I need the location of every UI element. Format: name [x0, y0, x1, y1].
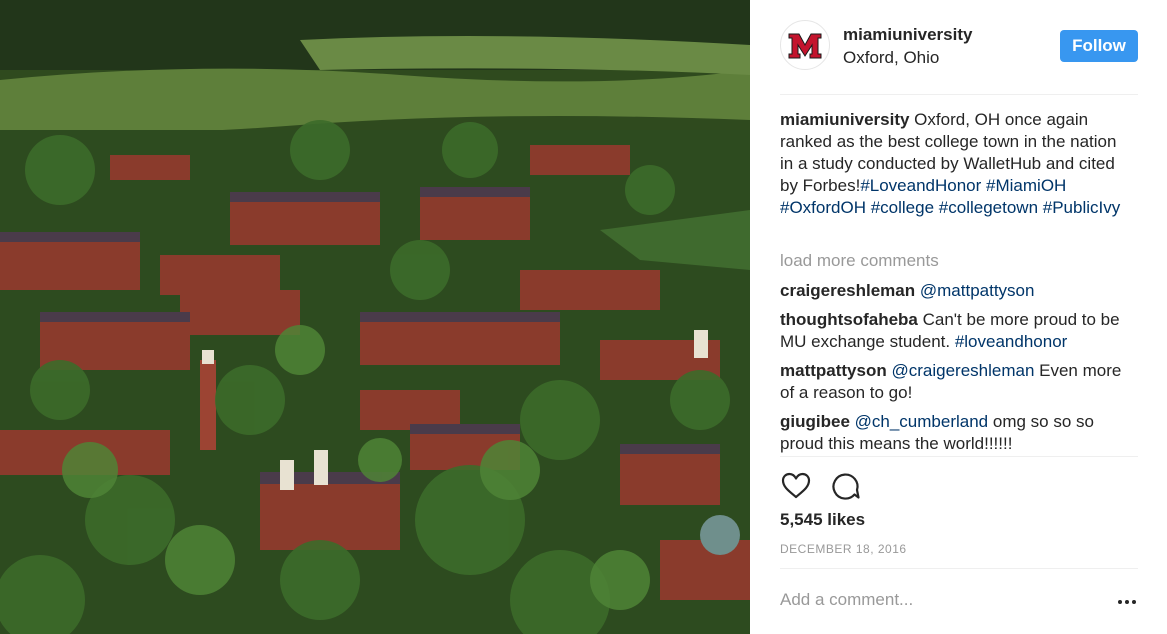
heart-icon[interactable]: [780, 470, 812, 502]
follow-button[interactable]: Follow: [1060, 30, 1138, 62]
post-side-panel: miamiuniversity Oxford, Ohio Follow miam…: [762, 0, 1138, 634]
comment-list: craigereshleman @mattpattyson thoughtsof…: [780, 280, 1134, 462]
post-date: DECEMBER 18, 2016: [780, 542, 907, 556]
comment-username[interactable]: craigereshleman: [780, 281, 915, 300]
hashtag[interactable]: #collegetown: [939, 198, 1038, 217]
comment-item: mattpattyson @craigereshleman Even more …: [780, 360, 1134, 404]
footer-divider: [780, 568, 1138, 569]
header-divider: [780, 94, 1138, 95]
hashtag[interactable]: #MiamiOH: [986, 176, 1066, 195]
hashtag[interactable]: #college: [871, 198, 934, 217]
comment-mention[interactable]: @craigereshleman: [891, 361, 1034, 380]
comment-item: giugibee @ch_cumberland omg so so so pro…: [780, 411, 1134, 455]
comment-mention[interactable]: @ch_cumberland: [855, 412, 989, 431]
load-more-comments-link[interactable]: load more comments: [780, 251, 939, 271]
hashtag[interactable]: #PublicIvy: [1043, 198, 1120, 217]
miami-m-logo: [788, 33, 822, 59]
comment-icon[interactable]: [830, 470, 862, 502]
campus-aerial-image: [0, 0, 750, 634]
comment-item: craigereshleman @mattpattyson: [780, 280, 1134, 302]
comment-username[interactable]: thoughtsofaheba: [780, 310, 918, 329]
post-caption: miamiuniversity Oxford, OH once again ra…: [780, 109, 1134, 219]
header-username[interactable]: miamiuniversity: [843, 25, 972, 45]
comment-item: thoughtsofaheba Can't be more proud to b…: [780, 309, 1134, 353]
header-location[interactable]: Oxford, Ohio: [843, 48, 939, 68]
comment-hashtag[interactable]: #loveandhonor: [955, 332, 1067, 351]
comment-username[interactable]: giugibee: [780, 412, 850, 431]
add-comment-input[interactable]: Add a comment...: [780, 590, 913, 610]
comments-divider: [780, 456, 1138, 457]
more-options-icon[interactable]: [1116, 590, 1138, 610]
likes-count[interactable]: 5,545 likes: [780, 510, 865, 530]
avatar[interactable]: [780, 20, 830, 70]
post-header: miamiuniversity Oxford, Ohio Follow: [762, 20, 1138, 76]
hashtag[interactable]: #OxfordOH: [780, 198, 866, 217]
comment-username[interactable]: mattpattyson: [780, 361, 887, 380]
hashtag[interactable]: #LoveandHonor: [860, 176, 981, 195]
comment-mention[interactable]: @mattpattyson: [920, 281, 1035, 300]
caption-username[interactable]: miamiuniversity: [780, 110, 909, 129]
post-photo[interactable]: [0, 0, 750, 634]
